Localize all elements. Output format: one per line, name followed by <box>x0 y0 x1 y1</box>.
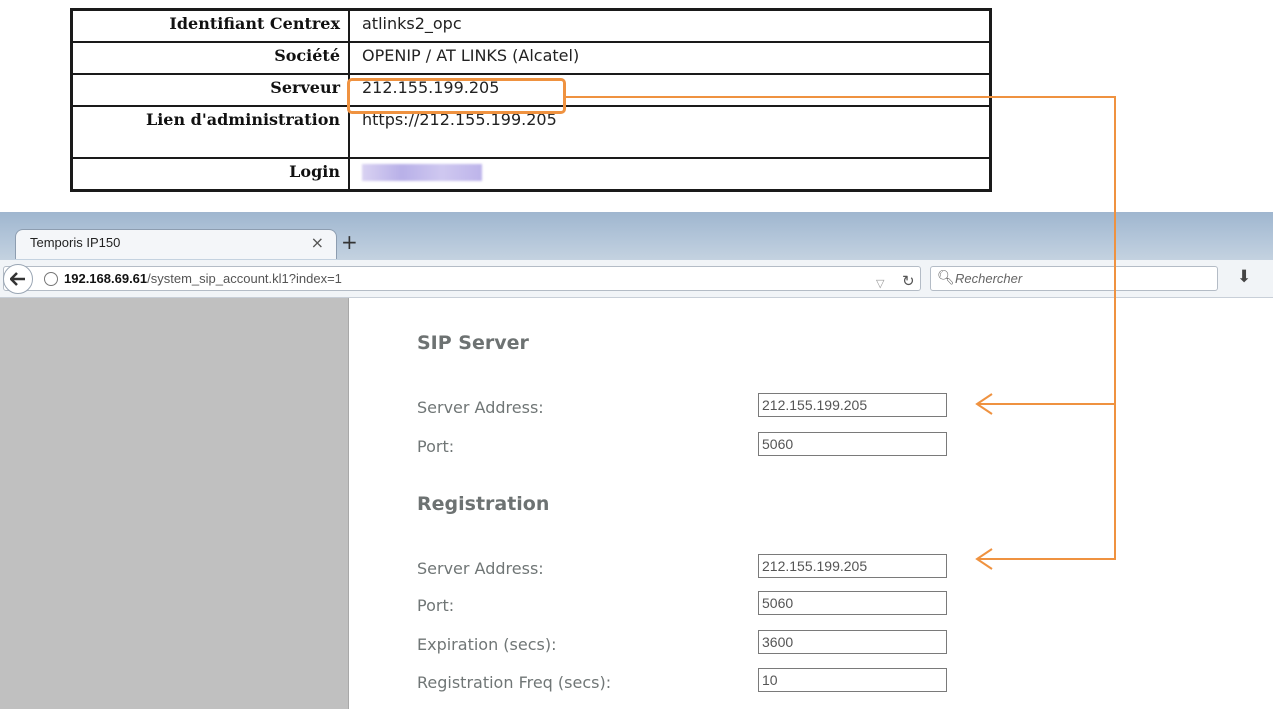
browser-window: Temporis IP150 × + 192.168.69.61/system_… <box>0 212 1273 709</box>
row-value: atlinks2_opc <box>348 8 992 43</box>
registration-address-label: Server Address: <box>417 559 544 578</box>
row-label: Login <box>70 157 350 192</box>
highlight-box <box>347 78 566 114</box>
new-tab-icon[interactable]: + <box>341 230 358 254</box>
dropdown-icon[interactable]: ▽ <box>876 277 884 290</box>
sidebar <box>0 298 349 709</box>
row-value: OPENIP / AT LINKS (Alcatel) <box>348 41 992 75</box>
search-input[interactable]: 🔍︎ Rechercher <box>930 266 1218 291</box>
expiration-input[interactable] <box>758 630 947 654</box>
registration-freq-label: Registration Freq (secs): <box>417 673 612 692</box>
back-arrow-icon <box>10 272 25 286</box>
close-icon[interactable]: × <box>311 233 324 252</box>
navigation-bar: 192.168.69.61/system_sip_account.kl1?ind… <box>0 260 1273 298</box>
browser-tab[interactable]: Temporis IP150 × <box>15 229 337 259</box>
row-label: Lien d'administration <box>70 105 350 159</box>
globe-icon <box>44 272 58 286</box>
crop-mask <box>0 193 1273 203</box>
reload-icon[interactable]: ↻ <box>902 272 915 290</box>
expiration-label: Expiration (secs): <box>417 635 557 654</box>
row-label: Société <box>70 41 350 75</box>
sip-server-address-label: Server Address: <box>417 398 544 417</box>
table-row: Identifiant Centrex atlinks2_opc <box>70 8 992 43</box>
tab-title: Temporis IP150 <box>30 235 121 250</box>
url-text: 192.168.69.61/system_sip_account.kl1?ind… <box>64 271 342 286</box>
back-button[interactable] <box>3 264 33 294</box>
registration-port-input[interactable] <box>758 591 947 615</box>
registration-freq-input[interactable] <box>758 668 947 692</box>
row-value <box>348 157 992 192</box>
redacted-login <box>362 164 482 181</box>
tab-bar: Temporis IP150 × + <box>0 212 1273 260</box>
url-path: /system_sip_account.kl1?index=1 <box>147 271 342 286</box>
table-row: Login <box>70 157 992 192</box>
row-label: Identifiant Centrex <box>70 8 350 43</box>
registration-title: Registration <box>417 493 550 515</box>
registration-port-label: Port: <box>417 596 455 615</box>
table-row: Société OPENIP / AT LINKS (Alcatel) <box>70 41 992 75</box>
url-bar[interactable]: 192.168.69.61/system_sip_account.kl1?ind… <box>3 266 921 291</box>
sip-server-port-label: Port: <box>417 437 455 456</box>
sip-server-port-input[interactable] <box>758 432 947 456</box>
row-label: Serveur <box>70 73 350 107</box>
sip-server-title: SIP Server <box>417 332 529 354</box>
registration-address-input[interactable] <box>758 554 947 578</box>
search-icon: 🔍︎ <box>937 270 955 286</box>
download-icon[interactable]: ⬇ <box>1237 267 1251 287</box>
url-host: 192.168.69.61 <box>64 271 148 286</box>
search-placeholder: Rechercher <box>955 271 1023 286</box>
page-content: SIP Server Server Address: Port: Registr… <box>0 298 1273 709</box>
sip-server-address-input[interactable] <box>758 393 947 417</box>
